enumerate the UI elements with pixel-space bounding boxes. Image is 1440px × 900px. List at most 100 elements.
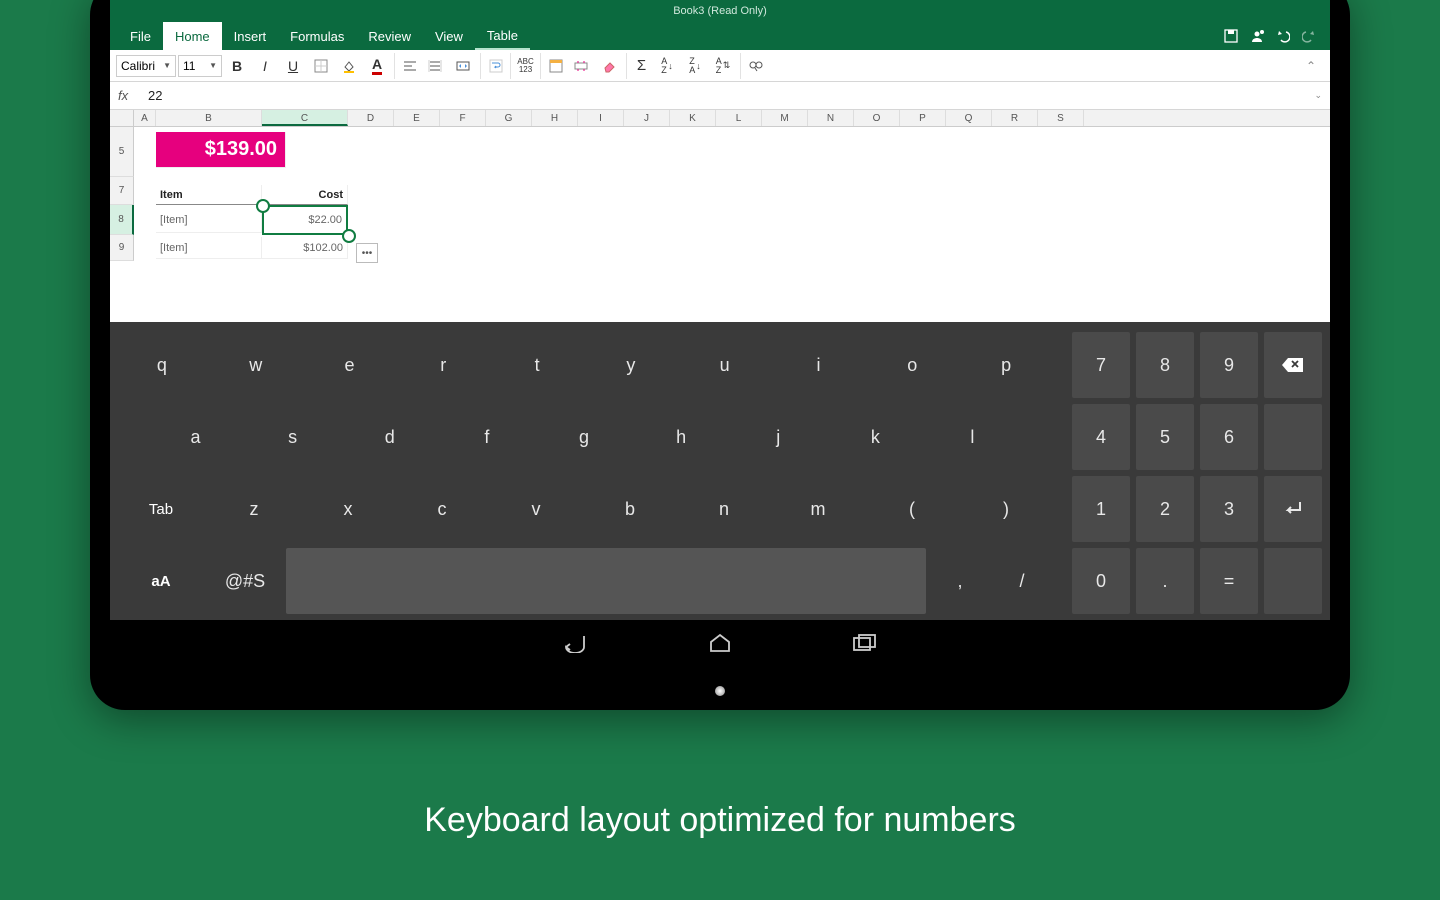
key-o[interactable]: o [868,332,956,398]
cellsize-button[interactable] [568,53,594,79]
key-b[interactable]: b [586,476,674,542]
fontsize-select[interactable]: 11▼ [178,55,222,77]
key-8[interactable]: 8 [1136,332,1194,398]
key-a[interactable]: a [150,404,241,470]
key-i[interactable]: i [775,332,863,398]
key-blank1[interactable] [1264,404,1322,470]
row-5[interactable]: 5 [110,127,134,177]
key-comma[interactable]: , [932,548,988,614]
save-icon[interactable] [1218,22,1244,50]
sort-desc-button[interactable]: ZA↓ [682,53,708,79]
key-4[interactable]: 4 [1072,404,1130,470]
row-7[interactable]: 7 [110,177,134,205]
key-eq[interactable]: = [1200,548,1258,614]
sort-asc-button[interactable]: AZ↓ [654,53,680,79]
menu-file[interactable]: File [118,22,163,50]
col-I[interactable]: I [578,110,624,126]
key-rparen[interactable]: ) [962,476,1050,542]
autosum-button[interactable]: Σ [626,53,652,79]
key-0[interactable]: 0 [1072,548,1130,614]
key-9[interactable]: 9 [1200,332,1258,398]
italic-button[interactable]: I [252,53,278,79]
underline-button[interactable]: U [280,53,306,79]
col-O[interactable]: O [854,110,900,126]
sort-custom-button[interactable]: AZ⇅ [710,53,736,79]
row-9[interactable]: 9 [110,235,134,261]
numfmt-button[interactable]: ABC123 [510,53,536,79]
key-p[interactable]: p [962,332,1050,398]
key-l[interactable]: l [927,404,1018,470]
key-c[interactable]: c [398,476,486,542]
menu-formulas[interactable]: Formulas [278,22,356,50]
nav-back-icon[interactable] [562,633,588,653]
key-v[interactable]: v [492,476,580,542]
eraser-button[interactable] [596,53,622,79]
col-A[interactable]: A [134,110,156,126]
key-j[interactable]: j [733,404,824,470]
formula-bar[interactable]: fx 22 ⌄ [110,82,1330,110]
col-N[interactable]: N [808,110,854,126]
col-J[interactable]: J [624,110,670,126]
key-enter[interactable] [1264,476,1322,542]
nav-home-icon[interactable] [708,633,732,653]
key-u[interactable]: u [681,332,769,398]
fillcolor-button[interactable] [336,53,362,79]
col-F[interactable]: F [440,110,486,126]
key-m[interactable]: m [774,476,862,542]
col-M[interactable]: M [762,110,808,126]
key-x[interactable]: x [304,476,392,542]
col-S[interactable]: S [1038,110,1084,126]
key-f[interactable]: f [441,404,532,470]
key-shift[interactable]: aA [118,548,204,614]
cost-2[interactable]: $102.00 [262,237,348,259]
key-5[interactable]: 5 [1136,404,1194,470]
selection-handle-br[interactable] [342,229,356,243]
context-menu-button[interactable]: ••• [356,243,378,263]
col-E[interactable]: E [394,110,440,126]
key-w[interactable]: w [212,332,300,398]
key-d[interactable]: d [344,404,435,470]
key-dot[interactable]: . [1136,548,1194,614]
col-P[interactable]: P [900,110,946,126]
font-select[interactable]: Calibri▼ [116,55,176,77]
total-cell[interactable]: $139.00 [156,132,286,168]
col-C[interactable]: C [262,110,348,126]
col-R[interactable]: R [992,110,1038,126]
cost-header[interactable]: Cost [262,185,348,205]
selection-handle-tl[interactable] [256,199,270,213]
key-k[interactable]: k [830,404,921,470]
key-r[interactable]: r [399,332,487,398]
expand-fx-icon[interactable]: ⌄ [1314,90,1322,101]
menu-table[interactable]: Table [475,22,530,50]
key-s[interactable]: s [247,404,338,470]
col-L[interactable]: L [716,110,762,126]
item-2[interactable]: [Item] [156,237,262,259]
fontcolor-button[interactable]: A [364,53,390,79]
key-n[interactable]: n [680,476,768,542]
key-t[interactable]: t [493,332,581,398]
merge-button[interactable] [450,53,476,79]
col-D[interactable]: D [348,110,394,126]
key-q[interactable]: q [118,332,206,398]
key-slash[interactable]: / [994,548,1050,614]
key-backspace[interactable] [1264,332,1322,398]
key-g[interactable]: g [538,404,629,470]
key-6[interactable]: 6 [1200,404,1258,470]
key-2[interactable]: 2 [1136,476,1194,542]
select-all-corner[interactable] [110,110,134,126]
share-icon[interactable] [1244,22,1270,50]
nav-recents-icon[interactable] [852,633,878,653]
menu-review[interactable]: Review [356,22,423,50]
cost-1-selected[interactable]: $22.00 [262,205,348,235]
key-space[interactable] [286,548,926,614]
col-H[interactable]: H [532,110,578,126]
align-left-button[interactable] [394,53,420,79]
key-tab[interactable]: Tab [118,476,204,542]
key-h[interactable]: h [636,404,727,470]
col-Q[interactable]: Q [946,110,992,126]
borders-button[interactable] [308,53,334,79]
col-B[interactable]: B [156,110,262,126]
key-7[interactable]: 7 [1072,332,1130,398]
key-z[interactable]: z [210,476,298,542]
undo-icon[interactable] [1270,22,1296,50]
